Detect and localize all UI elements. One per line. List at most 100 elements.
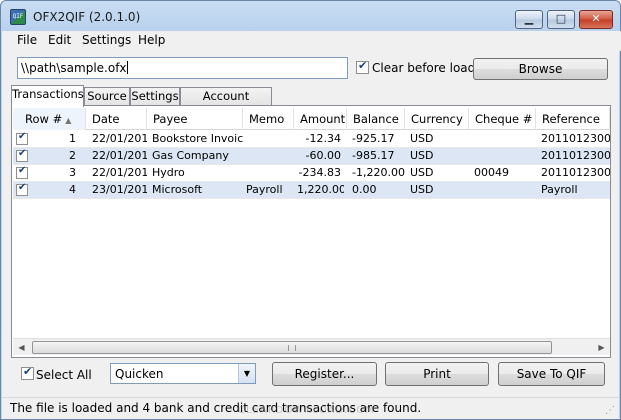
menu-file[interactable]: File	[14, 33, 40, 47]
table-row[interactable]: ✔ 3 22/01/2011 Hydro -234.83 -1,220.00 U…	[13, 165, 610, 182]
row-payee: Bookstore Invoice	[152, 132, 243, 145]
chevron-down-icon[interactable]: ▼	[238, 364, 255, 383]
row-checkbox[interactable]: ✔	[16, 182, 28, 196]
tab-settings[interactable]: Settings	[130, 87, 180, 106]
output-format-dropdown[interactable]: Quicken ▼	[110, 363, 256, 384]
row-number: 3	[69, 166, 76, 179]
output-format-value: Quicken	[115, 367, 164, 381]
grid-header: Row # ▲ Date Payee Memo Amount Balance Cu…	[13, 108, 610, 130]
row-payee: Gas Company	[152, 149, 229, 162]
column-header-currency[interactable]: Currency	[405, 108, 469, 130]
row-reference: 201101230000	[541, 132, 610, 145]
print-button[interactable]: Print	[385, 362, 489, 386]
table-row[interactable]: ✔ 1 22/01/2011 Bookstore Invoice -12.34 …	[13, 131, 610, 148]
scroll-left-icon[interactable]: ◀	[13, 339, 30, 356]
row-cheque: 00049	[474, 166, 509, 179]
checkmark-icon: ✔	[23, 365, 33, 378]
menu-edit[interactable]: Edit	[45, 33, 74, 47]
app-window: QIF OFX2QIF (2.0.1.0) ▁ □ ✕ File Edit Se…	[0, 0, 621, 420]
column-header-payee[interactable]: Payee	[147, 108, 243, 130]
row-checkbox[interactable]: ✔	[16, 131, 28, 145]
table-row[interactable]: ✔ 4 23/01/2011 Microsoft Payroll 1,220.0…	[13, 182, 610, 199]
title-bar[interactable]: QIF OFX2QIF (2.0.1.0) ▁ □ ✕	[1, 1, 620, 31]
checkmark-icon: ✔	[18, 148, 27, 159]
menu-bar: File Edit Settings Help	[2, 31, 621, 51]
column-header-row-label: Row #	[25, 112, 63, 126]
row-payee: Microsoft	[152, 183, 203, 196]
column-header-reference[interactable]: Reference	[536, 108, 610, 130]
row-cheque	[471, 131, 536, 148]
column-header-amount[interactable]: Amount	[294, 108, 347, 130]
scroll-right-icon[interactable]: ▶	[593, 339, 610, 356]
row-currency: USD	[410, 166, 434, 179]
checkmark-icon: ✔	[18, 165, 27, 176]
file-path-input[interactable]: \\path\sample.ofx	[17, 57, 348, 79]
row-currency: USD	[410, 132, 434, 145]
text-caret	[126, 61, 128, 74]
row-amount: -234.83	[298, 166, 341, 179]
tab-transactions[interactable]: Transactions	[11, 85, 84, 107]
select-all-label[interactable]: Select All	[36, 368, 92, 382]
clear-before-load-checkbox[interactable]: ✔	[356, 59, 369, 74]
row-balance: -1,220.00	[352, 166, 405, 179]
menu-settings[interactable]: Settings	[79, 33, 134, 47]
horizontal-scrollbar[interactable]: ◀ ▶	[13, 338, 610, 355]
row-amount: 1,220.00	[297, 183, 344, 196]
file-path-value: \\path\sample.ofx	[21, 61, 127, 75]
row-date: 23/01/2011	[92, 183, 147, 196]
register-button[interactable]: Register...	[272, 362, 377, 386]
row-currency: USD	[410, 183, 434, 196]
checkmark-icon: ✔	[18, 131, 27, 142]
row-currency: USD	[410, 149, 434, 162]
checkmark-icon: ✔	[18, 182, 27, 193]
save-to-qif-button[interactable]: Save To QIF	[498, 362, 605, 386]
row-reference: Payroll	[541, 183, 578, 196]
row-date: 22/01/2011	[92, 149, 147, 162]
row-date: 22/01/2011	[92, 166, 147, 179]
table-row[interactable]: ✔ 2 22/01/2011 Gas Company -60.00 -985.1…	[13, 148, 610, 165]
row-number: 4	[69, 183, 76, 196]
row-amount: -60.00	[305, 149, 341, 162]
row-reference: 201101230000	[541, 149, 610, 162]
clear-before-load-label[interactable]: Clear before load	[372, 61, 475, 75]
menu-help[interactable]: Help	[135, 33, 168, 47]
app-icon: QIF	[10, 9, 26, 25]
row-cheque	[471, 182, 536, 199]
row-memo	[243, 148, 294, 165]
tab-account-mapping[interactable]: Account Mapping	[180, 87, 272, 120]
grip-icon	[288, 345, 296, 351]
select-all-checkbox[interactable]: ✔	[21, 365, 34, 380]
row-number: 2	[69, 149, 76, 162]
row-memo	[243, 165, 294, 182]
resize-grip-icon[interactable]: ⋰	[605, 405, 617, 417]
row-reference: 201101230000	[541, 166, 610, 179]
column-header-cheque[interactable]: Cheque #	[469, 108, 536, 130]
row-payee: Hydro	[152, 166, 185, 179]
checkmark-icon: ✔	[358, 59, 368, 72]
row-checkbox[interactable]: ✔	[16, 165, 28, 179]
scrollbar-thumb[interactable]	[32, 341, 552, 354]
window-title: OFX2QIF (2.0.1.0)	[33, 10, 141, 24]
status-bar: The file is loaded and 4 bank and credit…	[2, 397, 619, 419]
row-amount: -12.34	[305, 132, 341, 145]
row-cheque	[471, 148, 536, 165]
browse-button[interactable]: Browse	[473, 58, 608, 80]
column-header-balance[interactable]: Balance	[347, 108, 405, 130]
minimize-button[interactable]: ▁	[515, 10, 543, 29]
column-header-row[interactable]: Row # ▲	[13, 108, 86, 130]
maximize-button[interactable]: □	[547, 10, 575, 29]
row-memo: Payroll	[246, 183, 283, 196]
row-balance: 0.00	[352, 183, 377, 196]
row-memo	[243, 131, 294, 148]
row-number: 1	[69, 132, 76, 145]
watermark: CLEARDOWNLOAD.COM	[238, 405, 375, 416]
column-header-memo[interactable]: Memo	[243, 108, 294, 130]
row-date: 22/01/2011	[92, 132, 147, 145]
row-balance: -985.17	[352, 149, 395, 162]
row-balance: -925.17	[352, 132, 395, 145]
close-button[interactable]: ✕	[579, 10, 613, 29]
row-checkbox[interactable]: ✔	[16, 148, 28, 162]
column-header-date[interactable]: Date	[86, 108, 147, 130]
tab-source[interactable]: Source	[84, 87, 130, 106]
transactions-grid: Row # ▲ Date Payee Memo Amount Balance Cu…	[13, 108, 610, 335]
